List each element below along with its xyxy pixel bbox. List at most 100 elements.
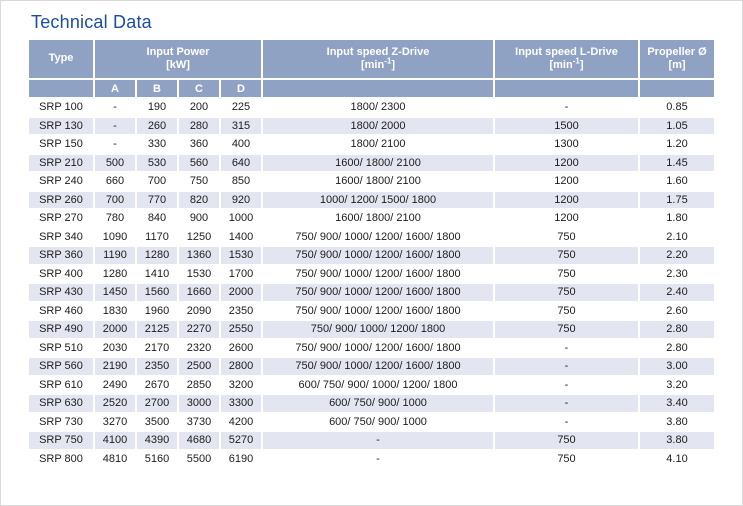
cell-power-d: 2550 <box>221 321 261 338</box>
cell-power-c: 3730 <box>179 414 219 431</box>
cell-power-b: 840 <box>137 210 177 227</box>
cell-type: SRP 610 <box>29 377 93 394</box>
input-power-label: Input Power <box>147 46 210 58</box>
cell-power-a: 2520 <box>95 395 135 412</box>
cell-propeller-diameter: 4.10 <box>640 451 714 468</box>
cell-power-c: 4680 <box>179 432 219 449</box>
cell-type: SRP 270 <box>29 210 93 227</box>
table-row: SRP 4301450156016602000750/ 900/ 1000/ 1… <box>29 284 714 301</box>
cell-type: SRP 130 <box>29 118 93 135</box>
cell-z-drive-speed: 750/ 900/ 1000/ 1200/ 1600/ 1800 <box>263 340 493 357</box>
cell-z-drive-speed: 750/ 900/ 1000/ 1200/ 1600/ 1800 <box>263 247 493 264</box>
cell-power-d: 5270 <box>221 432 261 449</box>
cell-type: SRP 800 <box>29 451 93 468</box>
table-row: SRP 4001280141015301700750/ 900/ 1000/ 1… <box>29 266 714 283</box>
z-drive-unit: [min-1] <box>361 59 395 71</box>
cell-type: SRP 460 <box>29 303 93 320</box>
cell-z-drive-speed: 1600/ 1800/ 2100 <box>263 173 493 190</box>
cell-l-drive-speed: - <box>495 377 638 394</box>
cell-power-d: 400 <box>221 136 261 153</box>
cell-l-drive-speed: 750 <box>495 247 638 264</box>
table-row: SRP 8004810516055006190-7504.10 <box>29 451 714 468</box>
cell-l-drive-speed: 750 <box>495 303 638 320</box>
cell-propeller-diameter: 0.85 <box>640 99 714 116</box>
cell-l-drive-speed: 1200 <box>495 173 638 190</box>
cell-power-d: 1530 <box>221 247 261 264</box>
col-header-l-drive: Input speed L-Drive [min-1] <box>495 40 638 78</box>
cell-power-b: 1960 <box>137 303 177 320</box>
cell-type: SRP 100 <box>29 99 93 116</box>
cell-power-d: 225 <box>221 99 261 116</box>
cell-power-a: 1090 <box>95 229 135 246</box>
cell-l-drive-speed: 1300 <box>495 136 638 153</box>
cell-power-c: 2270 <box>179 321 219 338</box>
cell-power-c: 1360 <box>179 247 219 264</box>
table-row: SRP 130-2602803151800/ 200015001.05 <box>29 118 714 135</box>
cell-propeller-diameter: 2.20 <box>640 247 714 264</box>
cell-power-b: 2350 <box>137 358 177 375</box>
cell-z-drive-speed: 1800/ 2000 <box>263 118 493 135</box>
table-row: SRP 2607007708209201000/ 1200/ 1500/ 180… <box>29 192 714 209</box>
cell-power-b: 190 <box>137 99 177 116</box>
cell-type: SRP 260 <box>29 192 93 209</box>
cell-propeller-diameter: 2.60 <box>640 303 714 320</box>
cell-power-c: 750 <box>179 173 219 190</box>
technical-data-table: Type Input Power [kW] Input speed Z-Driv… <box>27 38 716 469</box>
cell-propeller-diameter: 2.30 <box>640 266 714 283</box>
cell-type: SRP 430 <box>29 284 93 301</box>
cell-power-c: 560 <box>179 155 219 172</box>
cell-power-a: 4810 <box>95 451 135 468</box>
cell-power-d: 3300 <box>221 395 261 412</box>
cell-propeller-diameter: 1.05 <box>640 118 714 135</box>
cell-power-c: 900 <box>179 210 219 227</box>
cell-l-drive-speed: - <box>495 340 638 357</box>
table-row: SRP 6302520270030003300600/ 750/ 900/ 10… <box>29 395 714 412</box>
technical-data-page: Technical Data Type Input Power [kW] Inp… <box>0 0 743 506</box>
subcol-header-d: D <box>221 80 261 97</box>
cell-propeller-diameter: 3.00 <box>640 358 714 375</box>
cell-power-b: 2170 <box>137 340 177 357</box>
table-row: SRP 2105005305606401600/ 1800/ 210012001… <box>29 155 714 172</box>
cell-power-c: 360 <box>179 136 219 153</box>
cell-l-drive-speed: 750 <box>495 321 638 338</box>
cell-power-d: 850 <box>221 173 261 190</box>
cell-power-d: 3200 <box>221 377 261 394</box>
table-header: Type Input Power [kW] Input speed Z-Driv… <box>29 40 714 97</box>
cell-power-a: 1280 <box>95 266 135 283</box>
l-drive-label: Input speed L-Drive <box>515 46 618 58</box>
cell-power-b: 700 <box>137 173 177 190</box>
cell-power-d: 920 <box>221 192 261 209</box>
cell-propeller-diameter: 3.20 <box>640 377 714 394</box>
cell-z-drive-speed: 750/ 900/ 1000/ 1200/ 1600/ 1800 <box>263 303 493 320</box>
cell-power-d: 1000 <box>221 210 261 227</box>
cell-propeller-diameter: 1.80 <box>640 210 714 227</box>
cell-z-drive-speed: 600/ 750/ 900/ 1000/ 1200/ 1800 <box>263 377 493 394</box>
cell-type: SRP 360 <box>29 247 93 264</box>
propeller-label: Propeller Ø <box>647 46 706 58</box>
cell-power-b: 2670 <box>137 377 177 394</box>
cell-power-c: 2320 <box>179 340 219 357</box>
cell-l-drive-speed: - <box>495 414 638 431</box>
cell-z-drive-speed: - <box>263 432 493 449</box>
cell-power-b: 260 <box>137 118 177 135</box>
cell-propeller-diameter: 2.80 <box>640 340 714 357</box>
cell-l-drive-speed: 1200 <box>495 192 638 209</box>
cell-power-d: 2000 <box>221 284 261 301</box>
cell-power-c: 2090 <box>179 303 219 320</box>
cell-propeller-diameter: 2.10 <box>640 229 714 246</box>
cell-type: SRP 730 <box>29 414 93 431</box>
cell-power-d: 1400 <box>221 229 261 246</box>
page-title: Technical Data <box>31 12 742 33</box>
subcol-header-c: C <box>179 80 219 97</box>
cell-power-d: 315 <box>221 118 261 135</box>
subcol-header-empty-l <box>495 80 638 97</box>
cell-type: SRP 210 <box>29 155 93 172</box>
cell-power-b: 2700 <box>137 395 177 412</box>
cell-propeller-diameter: 2.40 <box>640 284 714 301</box>
cell-z-drive-speed: 750/ 900/ 1000/ 1200/ 1800 <box>263 321 493 338</box>
cell-power-a: 2190 <box>95 358 135 375</box>
cell-power-a: 1450 <box>95 284 135 301</box>
cell-power-b: 1170 <box>137 229 177 246</box>
cell-power-c: 200 <box>179 99 219 116</box>
cell-z-drive-speed: 1600/ 1800/ 2100 <box>263 210 493 227</box>
